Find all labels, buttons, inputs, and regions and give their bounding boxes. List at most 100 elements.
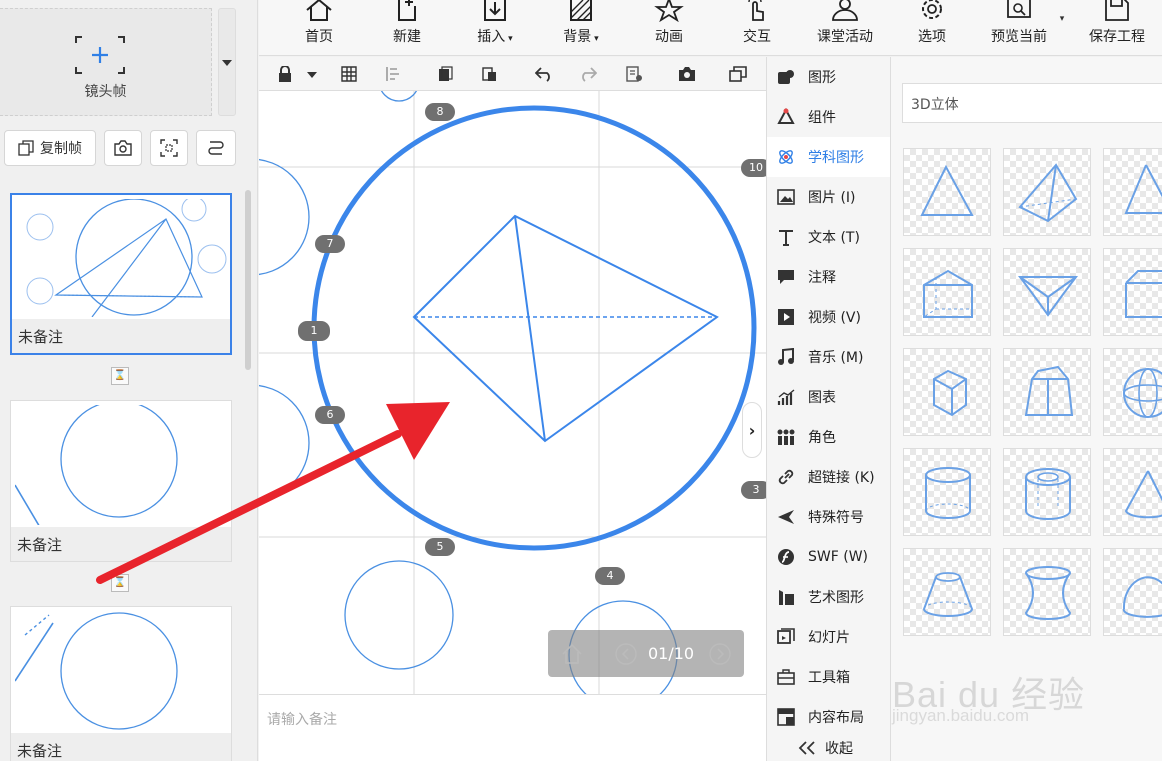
resource-tile[interactable] (903, 348, 991, 436)
insert-icon (484, 0, 506, 21)
category-content-layout[interactable]: 内容布局 (767, 697, 891, 737)
frame-number-badge[interactable]: 7 (315, 235, 345, 253)
category-music[interactable]: 音乐 (M) (767, 337, 891, 377)
resource-tile[interactable] (903, 148, 991, 236)
toolbar-background[interactable]: 背景 ▾ (549, 0, 613, 56)
toolbar-classroom-activity[interactable]: 课堂活动 (805, 0, 885, 56)
toolbar-home[interactable]: 首页 (287, 0, 351, 56)
transition-icon[interactable]: ⌛ (111, 574, 129, 592)
window-icon[interactable] (729, 66, 747, 82)
toolbar-new[interactable]: 新建 (375, 0, 439, 56)
paste-icon[interactable] (481, 66, 497, 82)
link-icon (778, 469, 794, 485)
camera-frame-button[interactable]: 镜头帧 (0, 8, 212, 116)
frame-number-badge[interactable]: 8 (425, 103, 455, 121)
frame-number-badge[interactable]: 4 (595, 567, 625, 585)
resource-tile[interactable] (1103, 148, 1162, 236)
subject-icon (779, 150, 793, 164)
editing-canvas[interactable]: 8 7 1 6 5 4 10 3 (259, 91, 766, 694)
page-indicator: 01/10 (648, 644, 695, 663)
resource-tile[interactable] (903, 248, 991, 336)
category-image[interactable]: 图片 (I) (767, 177, 891, 217)
category-text[interactable]: 文本 (T) (767, 217, 891, 257)
resource-tile[interactable] (1103, 348, 1162, 436)
component-icon (777, 108, 795, 124)
resource-tile[interactable] (903, 548, 991, 636)
toolbar-preview[interactable]: 预览当前 (979, 0, 1059, 56)
toolbar-save[interactable]: 保存工程 (1077, 0, 1157, 56)
category-special-symbol[interactable]: 特殊符号 (767, 497, 891, 537)
align-icon[interactable] (385, 66, 401, 82)
category-shape[interactable]: 图形 (767, 57, 891, 97)
resource-tile[interactable] (1103, 548, 1162, 636)
clear-format-icon[interactable] (625, 66, 643, 82)
category-label: 特殊符号 (808, 510, 864, 526)
copy-icon (18, 140, 34, 156)
fit-frame-icon (160, 139, 178, 157)
category-chart[interactable]: 图表 (767, 377, 891, 417)
category-swf[interactable]: SWF (W) (767, 537, 891, 577)
resource-tile[interactable] (1103, 248, 1162, 336)
resource-tile[interactable] (1003, 248, 1091, 336)
resource-type-dropdown[interactable]: 3D立体 (902, 83, 1162, 123)
comment-icon (778, 270, 794, 284)
resource-tile[interactable] (1003, 348, 1091, 436)
collapse-categories-button[interactable]: 收起 (767, 733, 891, 761)
slide-preview (14, 400, 227, 530)
notes-input[interactable]: 请输入备注 (259, 694, 766, 761)
frame-number-badge[interactable]: 1 (298, 321, 330, 341)
prev-page-icon[interactable] (614, 642, 638, 666)
preview-dropdown[interactable]: ▾ (1057, 0, 1067, 56)
category-hyperlink[interactable]: 超链接 (K) (767, 457, 891, 497)
collapse-right-panel-button[interactable]: › (742, 402, 762, 458)
camera-icon[interactable] (677, 66, 697, 82)
category-art-graphics[interactable]: 艺术图形 (767, 577, 891, 617)
category-video[interactable]: 视频 (V) (767, 297, 891, 337)
category-slide[interactable]: 幻灯片 (767, 617, 891, 657)
category-label: 视频 (V) (808, 310, 861, 326)
category-toolbox[interactable]: 工具箱 (767, 657, 891, 697)
category-label: 工具箱 (808, 670, 850, 686)
next-page-icon[interactable] (708, 642, 732, 666)
frame-number-badge[interactable]: 10 (741, 159, 766, 177)
resource-tile[interactable] (1103, 448, 1162, 536)
frame-number-badge[interactable]: 5 (425, 538, 455, 556)
gear-icon (922, 0, 942, 19)
frame-number-badge[interactable]: 6 (315, 406, 345, 424)
resource-tile[interactable] (1003, 448, 1091, 536)
resource-tile[interactable] (903, 448, 991, 536)
toolbar-insert-label: 插入 ▾ (477, 29, 513, 45)
frame-number-badge[interactable]: 3 (741, 481, 766, 499)
category-role[interactable]: 角色 (767, 417, 891, 457)
copy-frame-button[interactable]: 复制帧 (4, 130, 96, 166)
slide-list-scrollbar[interactable] (245, 190, 251, 370)
path-button[interactable] (196, 130, 236, 166)
resource-tile[interactable] (1003, 548, 1091, 636)
home-icon[interactable] (560, 642, 584, 666)
copy-icon[interactable] (437, 66, 453, 82)
category-component[interactable]: 组件 (767, 97, 891, 137)
toolbar-insert[interactable]: 插入 ▾ (463, 0, 527, 56)
toolbar-animation[interactable]: 动画 (637, 0, 701, 56)
category-label: 收起 (825, 741, 853, 757)
toolbar-options[interactable]: 选项 (900, 0, 964, 56)
slide-thumbnail[interactable]: 未备注 (10, 193, 232, 355)
caret-down-icon[interactable] (307, 71, 317, 79)
slide-thumbnail[interactable]: 未备注 (10, 606, 232, 761)
undo-icon[interactable] (535, 66, 553, 82)
resource-tile[interactable] (1003, 148, 1091, 236)
lock-icon[interactable] (277, 66, 293, 82)
truncated-cone-icon (922, 572, 974, 617)
camera-frame-dropdown[interactable] (218, 8, 236, 116)
slide-thumbnail[interactable]: 未备注 (10, 400, 232, 562)
fit-frame-button[interactable] (150, 130, 188, 166)
role-icon (777, 429, 795, 445)
redo-icon[interactable] (579, 66, 597, 82)
toolbar-interaction[interactable]: 交互 (725, 0, 789, 56)
transition-icon[interactable]: ⌛ (111, 367, 129, 385)
category-subject-graphics[interactable]: 学科图形 (767, 137, 891, 177)
snapshot-button[interactable] (104, 130, 142, 166)
category-comment[interactable]: 注释 (767, 257, 891, 297)
grid-icon[interactable] (341, 66, 357, 82)
caret-down-icon (222, 60, 232, 66)
